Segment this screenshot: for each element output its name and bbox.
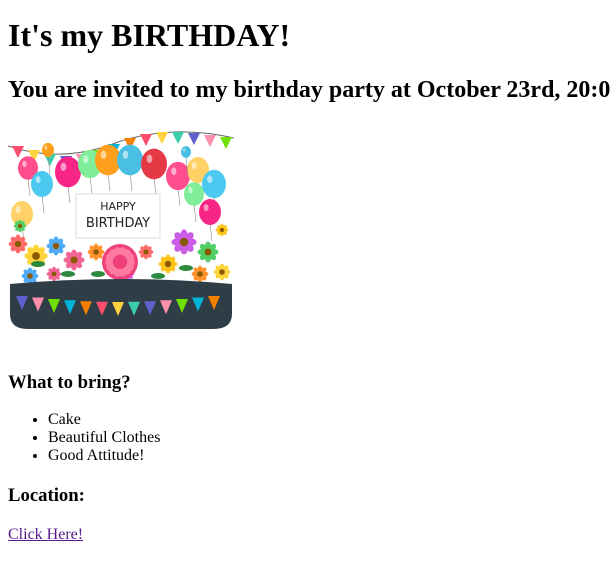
flower — [21, 267, 39, 285]
balloon-highlight — [35, 176, 41, 184]
balloon-highlight — [44, 145, 48, 150]
balloon-highlight — [171, 167, 177, 176]
pennant-flag — [220, 137, 232, 149]
flower — [158, 254, 178, 274]
balloon — [117, 144, 143, 176]
flower — [87, 243, 105, 261]
balloon-string — [153, 176, 157, 196]
balloon-string — [41, 194, 45, 214]
balloon — [184, 182, 204, 206]
banner-line-2: BIRTHDAY — [86, 216, 150, 231]
balloon-string — [209, 222, 213, 242]
location-heading: Location: — [8, 485, 85, 506]
balloon — [55, 156, 81, 188]
flower — [171, 229, 197, 255]
balloon-highlight — [122, 150, 129, 159]
pennant-flag — [140, 134, 152, 146]
leaf — [151, 273, 165, 279]
balloon-string — [67, 184, 71, 204]
balloon-highlight — [22, 160, 27, 168]
flower — [63, 249, 85, 271]
what-to-bring-heading: What to bring? — [8, 372, 131, 393]
balloon — [42, 142, 54, 158]
list-item: Good Attitude! — [48, 447, 160, 465]
flower — [8, 234, 28, 254]
balloon-highlight — [207, 175, 213, 184]
balloon-string — [193, 203, 197, 223]
flower — [46, 236, 66, 256]
balloon-highlight — [60, 162, 67, 171]
location-link[interactable]: Click Here! — [8, 525, 83, 545]
leaf — [61, 271, 75, 277]
pom-petal — [125, 253, 134, 262]
banner-line-1: HAPPY — [100, 200, 136, 213]
balloon-string — [89, 175, 93, 195]
balloon-string — [177, 187, 181, 207]
balloon-string — [107, 172, 111, 192]
pennant-flag — [188, 133, 200, 145]
invitation-page: It's my BIRTHDAY! You are invited to my … — [0, 0, 611, 566]
balloon — [181, 146, 191, 158]
pennant-flag — [204, 135, 216, 147]
balloon-highlight — [146, 154, 153, 163]
pennant-flag — [172, 132, 184, 144]
flower — [213, 263, 231, 281]
balloon-highlight — [183, 148, 186, 152]
bring-list: Cake Beautiful Clothes Good Attitude! — [8, 411, 160, 465]
balloon-highlight — [100, 150, 107, 159]
balloon-string — [27, 177, 31, 197]
balloon-string — [129, 172, 133, 192]
page-title: It's my BIRTHDAY! — [8, 17, 291, 53]
balloon-highlight — [191, 162, 197, 170]
leaf — [91, 271, 105, 277]
flower — [138, 244, 154, 260]
balloon-highlight — [188, 186, 193, 194]
balloon-highlight — [203, 204, 209, 212]
leaf — [31, 261, 45, 267]
flower — [13, 219, 27, 233]
flower — [197, 241, 219, 263]
list-item: Cake — [48, 411, 160, 429]
balloon-highlight — [15, 206, 21, 214]
pennant-flag — [156, 132, 168, 144]
balloon — [202, 169, 226, 199]
flower — [46, 266, 62, 282]
balloon — [199, 199, 221, 225]
flower — [215, 223, 229, 237]
pennant-flag — [12, 146, 24, 158]
birthday-image: HAPPY BIRTHDAY — [7, 124, 235, 332]
balloon — [166, 161, 190, 191]
balloon-highlight — [83, 155, 89, 164]
balloon — [31, 171, 53, 197]
invitation-subtitle: You are invited to my birthday party at … — [8, 77, 611, 103]
list-item: Beautiful Clothes — [48, 429, 160, 447]
balloon — [141, 148, 167, 180]
flower — [191, 265, 209, 283]
leaf — [179, 265, 193, 271]
